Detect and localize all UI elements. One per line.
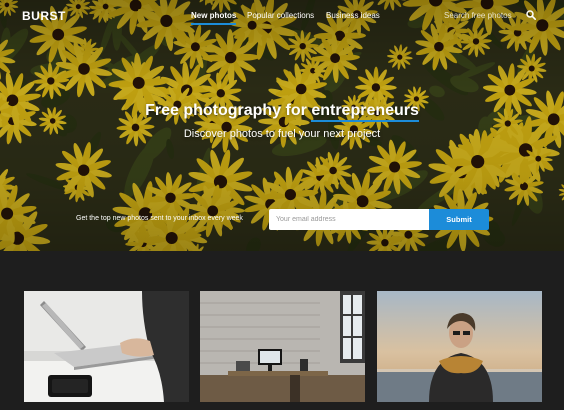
hero-title-main: Free photography for [145, 102, 312, 119]
desk-with-monitor-photo[interactable] [200, 291, 365, 402]
email-input[interactable] [269, 209, 429, 230]
nav-new-photos[interactable]: New photos [191, 11, 237, 25]
nav-business-ideas[interactable]: Business ideas [326, 11, 380, 20]
top-navigation: BURST New photos Popular collections Bus… [0, 0, 564, 32]
burst-logo[interactable]: BURST [22, 9, 66, 23]
person-by-sea-photo[interactable] [377, 291, 542, 402]
nav-popular-collections[interactable]: Popular collections [247, 11, 314, 20]
submit-button[interactable]: Submit [429, 209, 489, 230]
hero-title: Free photography for entrepreneurs [0, 102, 564, 122]
seaside-portrait-image [377, 291, 542, 402]
hero-subtitle: Discover photos to fuel your next projec… [183, 128, 381, 140]
nav-popular-collections-label: Popular collections [247, 11, 315, 20]
newsletter-text: Get the top new photos sent to your inbo… [76, 215, 243, 222]
laptop-and-speaker-photo[interactable] [24, 291, 189, 402]
hero-title-accent: entrepreneurs [311, 102, 419, 122]
active-nav-indicator [191, 23, 237, 25]
photo-gallery [0, 251, 564, 410]
search-field[interactable]: Search free photos [444, 11, 512, 20]
desk-scene-image [200, 291, 365, 402]
nav-new-photos-label: New photos [191, 11, 237, 20]
search-icon[interactable] [526, 10, 536, 20]
laptop-scene-image [24, 291, 189, 402]
nav-business-ideas-label: Business ideas [326, 11, 380, 20]
hero-banner: BURST New photos Popular collections Bus… [0, 0, 564, 251]
